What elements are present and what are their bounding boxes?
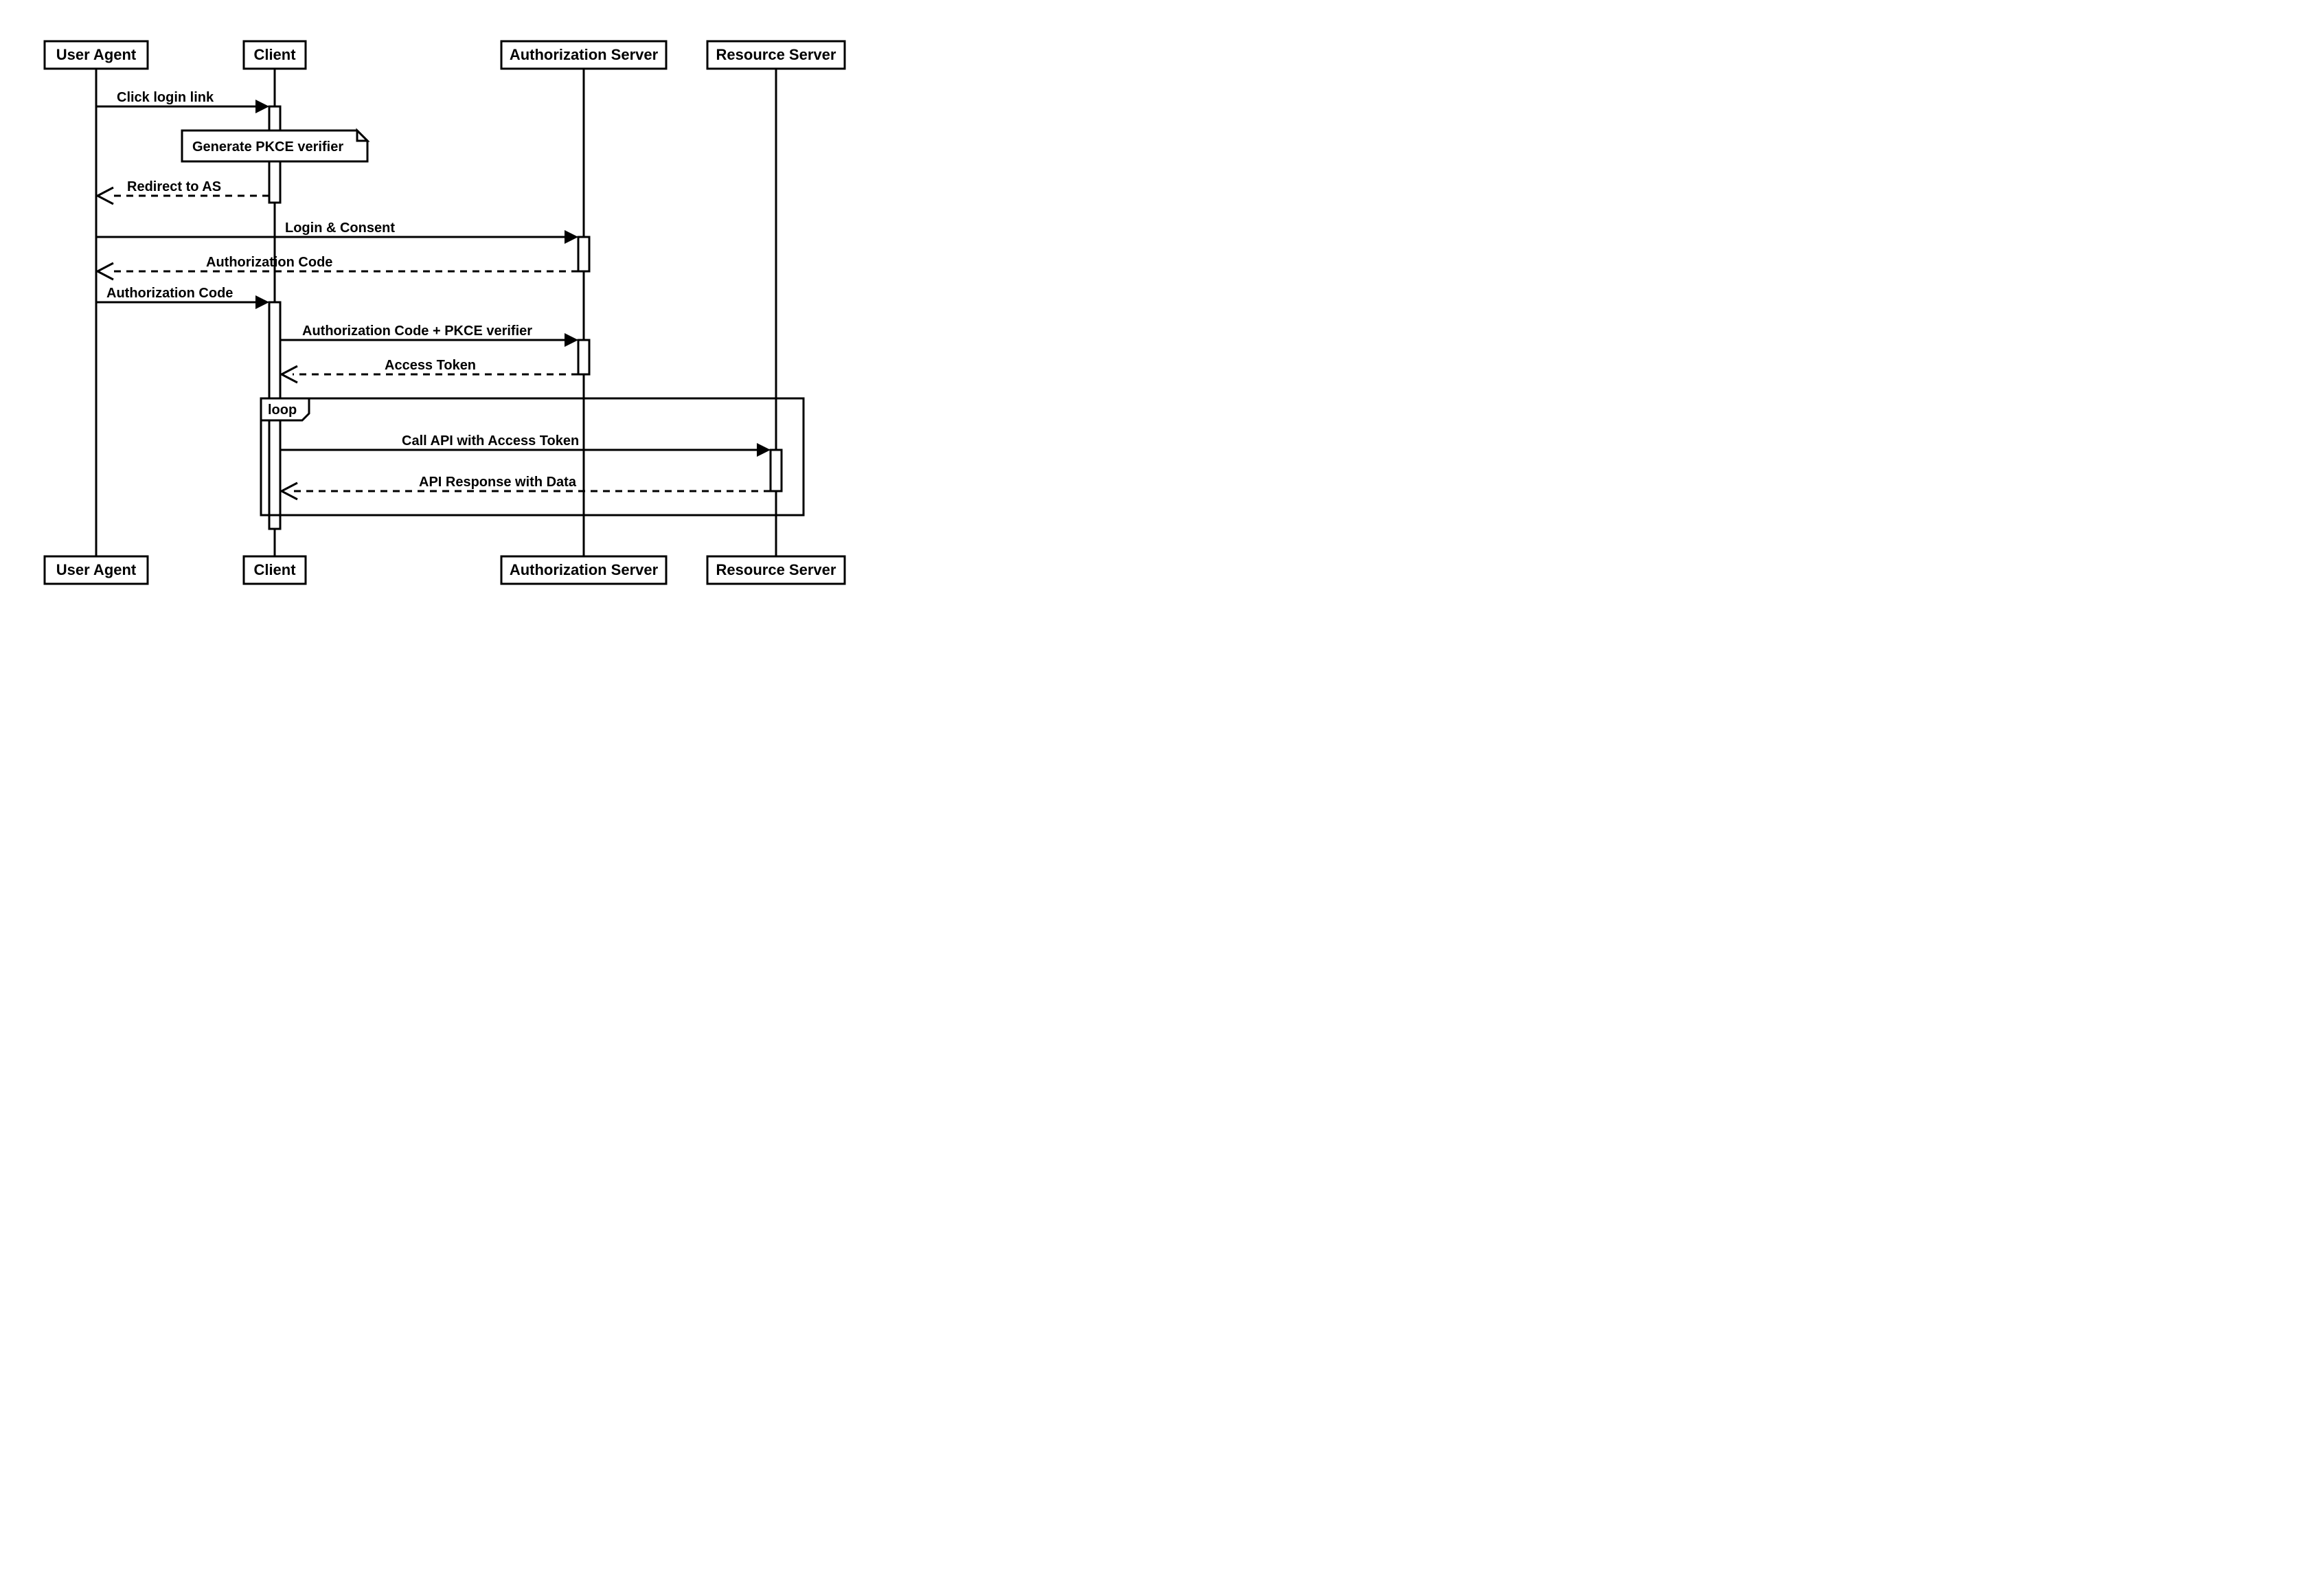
participant-resource-server-top: Resource Server: [707, 41, 845, 69]
activation-rs: [771, 450, 782, 491]
svg-text:Access Token: Access Token: [385, 358, 476, 373]
svg-text:Resource Server: Resource Server: [716, 46, 836, 63]
participant-user-agent-bottom: User Agent: [45, 556, 148, 584]
msg-click-login: Click login link: [96, 90, 269, 113]
svg-text:Authorization Code: Authorization Code: [206, 255, 332, 270]
svg-text:User Agent: User Agent: [56, 561, 137, 578]
participant-auth-server-top: Authorization Server: [501, 41, 666, 69]
msg-redirect-as: Redirect to AS: [98, 179, 269, 204]
svg-text:User Agent: User Agent: [56, 46, 137, 63]
participant-auth-server-bottom: Authorization Server: [501, 556, 666, 584]
msg-call-api: Call API with Access Token: [280, 433, 771, 457]
svg-text:Client: Client: [253, 46, 296, 63]
msg-auth-code-return: Authorization Code: [98, 255, 578, 280]
msg-code-plus-pkce: Authorization Code + PKCE verifier: [280, 324, 578, 347]
svg-text:Generate PKCE verifier: Generate PKCE verifier: [192, 139, 343, 155]
msg-login-consent: Login & Consent: [96, 220, 578, 244]
note-generate-pkce: Generate PKCE verifier: [182, 131, 367, 161]
participant-client-bottom: Client: [244, 556, 306, 584]
svg-text:Click login link: Click login link: [117, 90, 214, 105]
participant-resource-server-bottom: Resource Server: [707, 556, 845, 584]
msg-auth-code-fwd: Authorization Code: [96, 286, 269, 309]
svg-text:Redirect to AS: Redirect to AS: [127, 179, 221, 194]
svg-text:Login & Consent: Login & Consent: [285, 220, 395, 236]
activation-as-1: [578, 237, 589, 271]
svg-text:Authorization Server: Authorization Server: [510, 561, 659, 578]
participant-client-top: Client: [244, 41, 306, 69]
svg-text:Authorization Server: Authorization Server: [510, 46, 659, 63]
svg-text:Authorization Code: Authorization Code: [106, 286, 233, 301]
sequence-diagram: User Agent Client Authorization Server R…: [14, 14, 893, 618]
svg-text:loop: loop: [268, 402, 297, 418]
activation-as-2: [578, 340, 589, 374]
participant-user-agent-top: User Agent: [45, 41, 148, 69]
svg-text:Call API with Access Token: Call API with Access Token: [402, 433, 579, 449]
svg-text:Resource Server: Resource Server: [716, 561, 836, 578]
svg-text:Authorization Code + PKCE veri: Authorization Code + PKCE verifier: [302, 324, 532, 339]
svg-text:Client: Client: [253, 561, 296, 578]
svg-text:API Response with Data: API Response with Data: [419, 475, 577, 490]
msg-access-token: Access Token: [282, 358, 578, 383]
msg-api-response: API Response with Data: [282, 475, 771, 499]
fragment-loop: loop: [261, 398, 804, 515]
